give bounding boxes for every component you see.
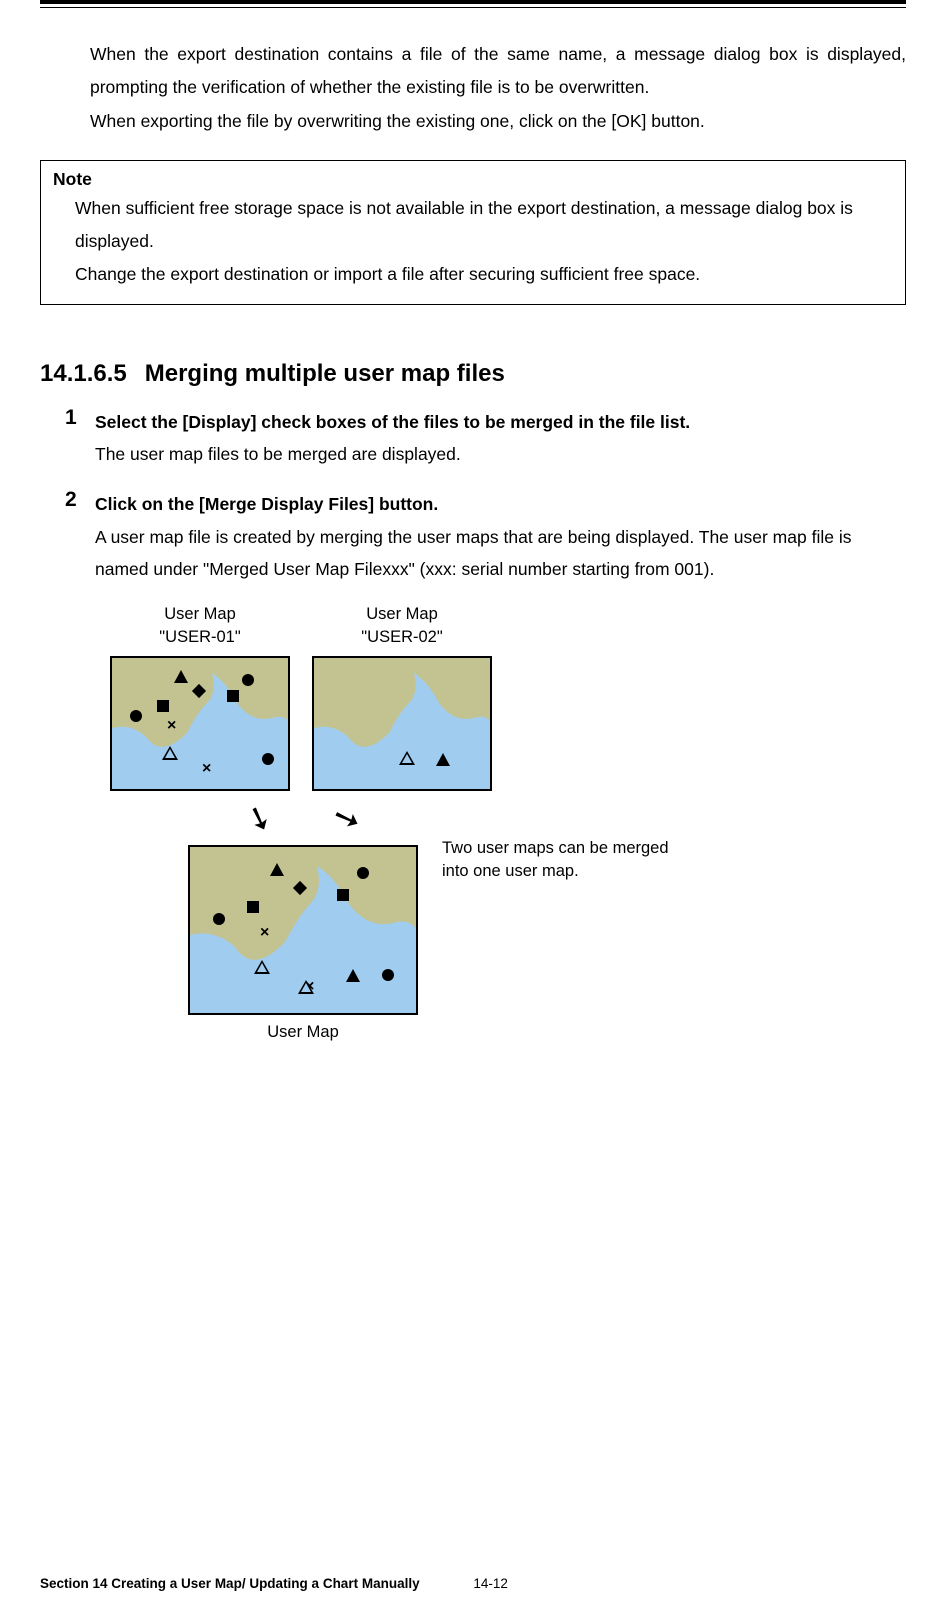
note-box: Note When sufficient free storage space … [40,160,906,305]
step-1-body: The user map files to be merged are disp… [95,438,906,470]
merge-diagram: User Map "USER-01" × × ! [110,603,906,1041]
step-2-title: Click on the [Merge Display Files] butto… [95,488,906,520]
footer-section: Section 14 Creating a User Map/ Updating… [40,1576,420,1591]
arrow-down-right-icon: ➘ [327,795,365,840]
intro-block: When the export destination contains a f… [90,38,906,138]
intro-paragraph-1: When the export destination contains a f… [90,38,906,105]
map1-label-line2: "USER-01" [159,628,240,646]
map1-label-line1: User Map [164,605,236,623]
map2-label: User Map "USER-02" [312,603,492,649]
intro-paragraph-2: When exporting the file by overwriting t… [90,105,906,138]
merge-arrows: ➘ ➘ [110,799,495,837]
map1-label: User Map "USER-01" [110,603,290,649]
section-heading: 14.1.6.5 Merging multiple user map files [40,360,906,388]
merged-map-illustration: × × ! ! [188,845,418,1015]
footer-page-number: 14-12 [473,1576,508,1591]
merge-caption: Two user maps can be merged into one use… [442,837,669,885]
merge-caption-line1: Two user maps can be merged [442,839,669,857]
step-1: 1 Select the [Display] check boxes of th… [65,406,906,471]
note-paragraph-2: Change the export destination or import … [75,258,893,291]
note-title: Note [53,169,893,190]
map2-label-line1: User Map [366,605,438,623]
user-map-2-illustration: ! [312,656,492,791]
step-2-number: 2 [65,488,95,585]
merged-map-label: User Map [188,1023,418,1042]
map2-label-line2: "USER-02" [361,628,442,646]
note-paragraph-1: When sufficient free storage space is no… [75,192,893,259]
merge-caption-line2: into one user map. [442,862,579,880]
step-1-number: 1 [65,406,95,471]
step-2-body: A user map file is created by merging th… [95,521,906,586]
page-footer: Section 14 Creating a User Map/ Updating… [40,1576,508,1591]
user-map-1-illustration: × × ! [110,656,290,791]
step-2: 2 Click on the [Merge Display Files] but… [65,488,906,585]
section-number: 14.1.6.5 [40,360,127,387]
header-rule [40,0,906,8]
step-1-title: Select the [Display] check boxes of the … [95,406,906,438]
arrow-down-left-icon: ➘ [240,795,278,840]
section-title: Merging multiple user map files [145,360,505,387]
